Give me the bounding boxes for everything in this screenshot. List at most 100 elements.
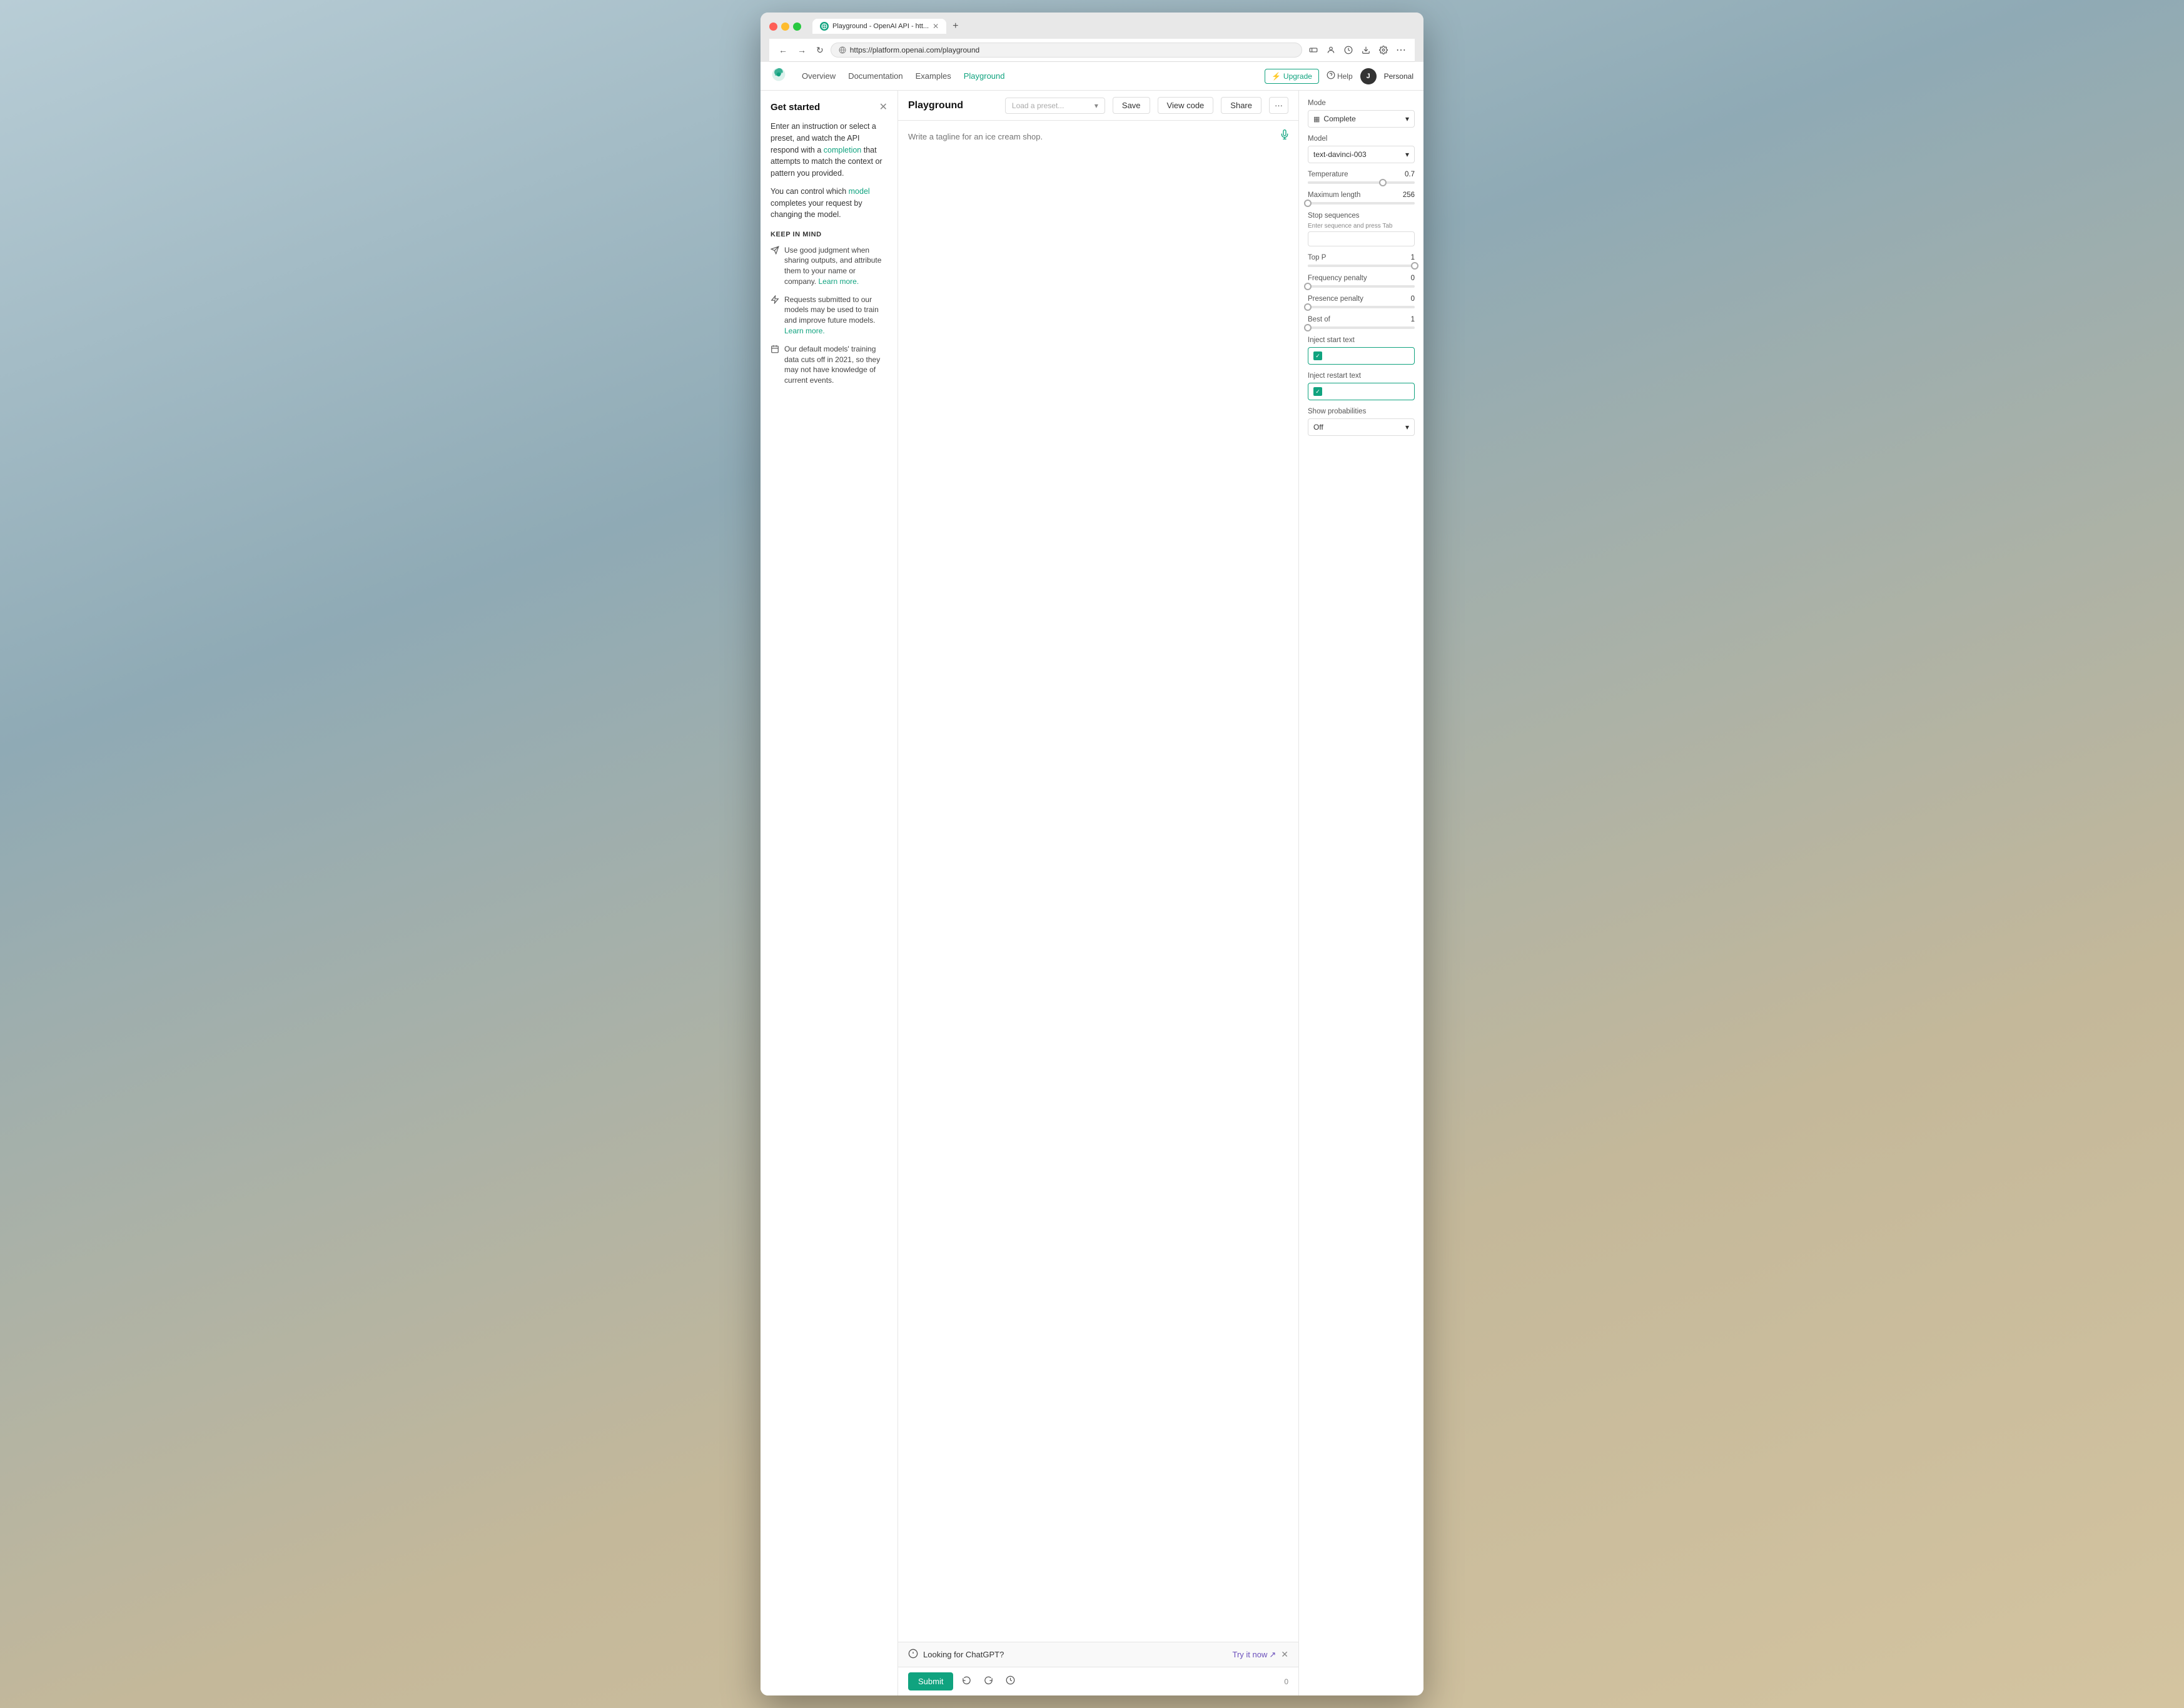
sidebar-item-training: Requests submitted to our models may be …	[771, 295, 887, 336]
sidebar-section-title: KEEP IN MIND	[771, 230, 887, 240]
share-button[interactable]: Share	[1221, 97, 1261, 114]
top-p-label: Top P 1	[1308, 254, 1415, 261]
personal-label: Personal	[1384, 72, 1413, 81]
best-of-value: 1	[1411, 316, 1415, 323]
sidebar-item-judgment: Use good judgment when sharing outputs, …	[771, 245, 887, 287]
show-prob-select[interactable]: Off ▾	[1308, 418, 1415, 436]
inject-start-checkbox[interactable]: ✓	[1313, 351, 1322, 360]
try-now-label: Try it now	[1233, 1650, 1268, 1659]
nav-playground[interactable]: Playground	[964, 69, 1005, 83]
submit-button[interactable]: Submit	[908, 1672, 953, 1690]
model-chevron-icon: ▾	[1405, 150, 1409, 159]
redo-button[interactable]	[980, 1673, 997, 1690]
best-of-label: Best of 1	[1308, 316, 1415, 323]
temperature-label: Temperature 0.7	[1308, 171, 1415, 178]
close-window-button[interactable]	[769, 23, 777, 31]
show-prob-label: Show probabilities	[1308, 408, 1415, 415]
model-label: Model	[1308, 135, 1415, 143]
sidebar-title: Get started	[771, 102, 820, 113]
undo-button[interactable]	[958, 1673, 975, 1690]
inject-restart-input[interactable]: ✓	[1308, 383, 1415, 400]
help-button[interactable]: Help	[1327, 71, 1353, 81]
settings-panel: Mode ▦ Complete ▾ Model text-davinci-003…	[1298, 91, 1423, 1695]
upgrade-icon: ⚡	[1271, 72, 1281, 81]
nav-right: ⚡ Upgrade Help J Personal	[1265, 68, 1413, 84]
mode-grid-icon: ▦	[1313, 115, 1320, 123]
browser-tab-bar: Playground - OpenAI API - htt... ✕ +	[812, 19, 963, 34]
char-count: 0	[1284, 1677, 1288, 1686]
prompt-textarea[interactable]	[908, 131, 1288, 1632]
new-tab-button[interactable]: +	[949, 19, 962, 33]
preset-dropdown[interactable]: Load a preset... ▾	[1005, 98, 1105, 114]
temperature-value: 0.7	[1405, 171, 1415, 178]
tab-close-button[interactable]: ✕	[933, 22, 939, 31]
extensions-icon[interactable]	[1306, 43, 1321, 58]
temperature-slider[interactable]	[1308, 181, 1415, 184]
browser-tab-active[interactable]: Playground - OpenAI API - htt... ✕	[812, 19, 946, 34]
max-length-slider[interactable]	[1308, 202, 1415, 205]
download-icon[interactable]	[1358, 43, 1373, 58]
sidebar-model-link[interactable]: model	[849, 187, 870, 196]
model-value: text-davinci-003	[1313, 150, 1367, 159]
presence-penalty-slider[interactable]	[1308, 306, 1415, 308]
nav-documentation[interactable]: Documentation	[848, 69, 902, 83]
help-label: Help	[1337, 72, 1353, 81]
playground-body: Looking for ChatGPT? Try it now ↗ ✕ Subm…	[898, 121, 1298, 1695]
browser-window: Playground - OpenAI API - htt... ✕ + ← →…	[761, 13, 1423, 1695]
browser-chrome: Playground - OpenAI API - htt... ✕ + ← →…	[761, 13, 1423, 62]
view-code-button[interactable]: View code	[1158, 97, 1214, 114]
best-of-slider[interactable]	[1308, 326, 1415, 329]
url-bar[interactable]: https://platform.openai.com/playground	[831, 43, 1302, 58]
presence-penalty-value: 0	[1411, 295, 1415, 303]
chatgpt-banner: Looking for ChatGPT? Try it now ↗ ✕	[898, 1642, 1298, 1667]
more-icon: ···	[1275, 101, 1283, 110]
profile-icon[interactable]	[1323, 43, 1338, 58]
inject-start-input[interactable]: ✓	[1308, 347, 1415, 365]
nav-links: Overview Documentation Examples Playgrou…	[802, 69, 1250, 83]
playground-title: Playground	[908, 100, 998, 111]
mode-select[interactable]: ▦ Complete ▾	[1308, 110, 1415, 128]
stop-seq-input[interactable]	[1308, 231, 1415, 246]
more-browser-icon[interactable]: ⋯	[1393, 43, 1408, 58]
chatgpt-try-now-link[interactable]: Try it now ↗	[1233, 1650, 1277, 1660]
history-icon[interactable]	[1341, 43, 1356, 58]
forward-button[interactable]: →	[794, 43, 809, 57]
training-icon	[771, 295, 779, 336]
banner-close-button[interactable]: ✕	[1281, 1649, 1288, 1660]
minimize-window-button[interactable]	[781, 23, 789, 31]
model-select[interactable]: text-davinci-003 ▾	[1308, 146, 1415, 163]
nav-examples[interactable]: Examples	[916, 69, 951, 83]
sidebar-description2: You can control which model completes yo…	[771, 186, 887, 221]
show-prob-chevron-icon: ▾	[1405, 423, 1409, 432]
app-content: Overview Documentation Examples Playgrou…	[761, 62, 1423, 1695]
sidebar-learn-more-2[interactable]: Learn more.	[784, 326, 825, 335]
mode-select-inner: ▦ Complete	[1313, 114, 1356, 123]
sidebar-item-cutoff: Our default models' training data cuts o…	[771, 344, 887, 386]
upgrade-label: Upgrade	[1283, 72, 1312, 81]
mode-value: Complete	[1323, 114, 1355, 123]
nav-overview[interactable]: Overview	[802, 69, 836, 83]
sidebar-completion-link[interactable]: completion	[824, 146, 861, 154]
freq-penalty-slider[interactable]	[1308, 285, 1415, 288]
back-button[interactable]: ←	[776, 43, 791, 57]
playground-area: Playground Load a preset... ▾ Save View …	[898, 91, 1298, 1695]
browser-titlebar: Playground - OpenAI API - htt... ✕ +	[769, 19, 1415, 34]
settings-browser-icon[interactable]	[1376, 43, 1391, 58]
inject-restart-checkbox[interactable]: ✓	[1313, 387, 1322, 396]
top-p-slider[interactable]	[1308, 265, 1415, 267]
preset-placeholder: Load a preset...	[1012, 101, 1064, 110]
upgrade-button[interactable]: ⚡ Upgrade	[1265, 69, 1319, 84]
sidebar-learn-more-1[interactable]: Learn more.	[818, 277, 859, 286]
save-button[interactable]: Save	[1113, 97, 1150, 114]
mode-chevron-icon: ▾	[1405, 114, 1409, 123]
more-options-button[interactable]: ···	[1269, 97, 1288, 114]
freq-penalty-label: Frequency penalty 0	[1308, 275, 1415, 282]
avatar: J	[1360, 68, 1377, 84]
refresh-button[interactable]: ↻	[813, 43, 827, 58]
top-nav: Overview Documentation Examples Playgrou…	[761, 62, 1423, 91]
maximize-window-button[interactable]	[793, 23, 801, 31]
microphone-button[interactable]	[1280, 129, 1290, 143]
history-button[interactable]	[1002, 1673, 1019, 1690]
sidebar-header: Get started ✕	[771, 101, 887, 113]
sidebar-close-button[interactable]: ✕	[879, 101, 887, 113]
